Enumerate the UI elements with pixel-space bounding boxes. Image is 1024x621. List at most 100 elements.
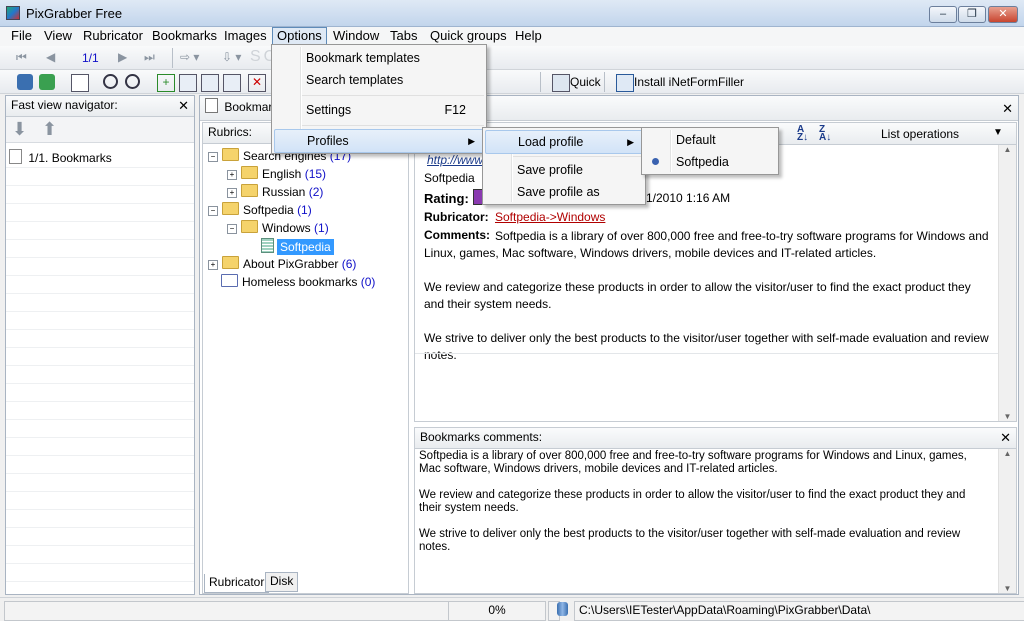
empty-row [6, 437, 194, 456]
window-title: PixGrabber Free [26, 6, 123, 21]
rating-label: Rating: [424, 191, 469, 206]
close-comments-icon[interactable]: ✕ [1000, 428, 1011, 447]
tree-item-softpedia[interactable]: − Softpedia (1) [208, 202, 312, 218]
tree-item-softpedia-bookmark[interactable]: Softpedia [261, 238, 334, 255]
first-page-icon[interactable]: ⏮ [16, 50, 27, 65]
copy-icon[interactable] [201, 74, 219, 92]
menu-bookmarks[interactable]: Bookmarks [148, 28, 221, 45]
quick-button[interactable]: Quick [570, 75, 601, 89]
expand-icon[interactable]: + [227, 170, 237, 180]
menu-item-profiles[interactable]: Profiles ▶ [274, 129, 484, 153]
empty-row [6, 185, 194, 204]
status-cell-empty [4, 601, 450, 621]
tree-item-homeless-bookmarks[interactable]: Homeless bookmarks (0) [221, 274, 375, 290]
menu-rubricator[interactable]: Rubricator [79, 28, 147, 45]
navigator-toolbar: ⬇ ⬆ [6, 117, 194, 143]
settings-shortcut: F12 [444, 103, 466, 117]
menu-item-load-profile[interactable]: Load profile ▶ [485, 130, 643, 154]
details-divider [415, 353, 999, 354]
install-inetformfiller-button[interactable]: Install iNetFormFiller [634, 75, 744, 89]
close-bookmarks-icon[interactable]: ✕ [1002, 98, 1013, 120]
menu-file[interactable]: File [7, 28, 36, 45]
collapse-icon[interactable]: − [208, 152, 218, 162]
paste-icon[interactable] [223, 74, 241, 92]
menu-window[interactable]: Window [329, 28, 383, 45]
menu-quick-groups[interactable]: Quick groups [426, 28, 511, 45]
menu-tabs[interactable]: Tabs [386, 28, 421, 45]
document-icon[interactable] [71, 74, 89, 92]
empty-row [6, 203, 194, 222]
menu-separator [302, 125, 484, 126]
separator [604, 72, 605, 92]
folder-icon [222, 256, 239, 269]
menu-images[interactable]: Images [220, 28, 271, 45]
tree-item-russian[interactable]: + Russian (2) [227, 184, 323, 200]
rubricator-link[interactable]: Softpedia->Windows [495, 210, 605, 224]
expand-icon[interactable]: + [227, 188, 237, 198]
quick-icon[interactable] [552, 74, 570, 92]
navigation-toolbar: ⏮ ◀ 1/1 ▶ ⏭ ⇨ ▾ ⇩ ▾ SOFTPEDIA [0, 46, 1024, 70]
sort-az-icon[interactable]: A Z↓ [797, 125, 808, 143]
separator [540, 72, 541, 92]
menu-item-search-templates[interactable]: Search templates [274, 69, 484, 91]
tab-rubricator[interactable]: Rubricator [204, 574, 270, 593]
rubrics-title: Rubrics: [208, 125, 253, 139]
menu-item-default-profile[interactable]: Default [644, 129, 776, 151]
arrow-down-icon[interactable]: ⬇ [12, 119, 27, 140]
sort-za-icon[interactable]: Z A↓ [819, 125, 831, 143]
form-filler-icon[interactable] [616, 74, 634, 92]
minimize-button[interactable]: ‒ [929, 6, 957, 23]
tree-item-english[interactable]: + English (15) [227, 166, 326, 182]
app-icon [6, 6, 20, 20]
export-icon[interactable]: ⇨ ▾ [180, 50, 199, 64]
cut-icon[interactable] [179, 74, 197, 92]
prev-page-icon[interactable]: ◀ [46, 50, 55, 64]
empty-row [6, 293, 194, 312]
tab-disk[interactable]: Disk [265, 572, 299, 592]
collapse-icon[interactable]: − [227, 224, 237, 234]
folder-open-icon [241, 220, 258, 233]
list-operations-dropdown[interactable]: List operations [881, 127, 959, 141]
menu-item-softpedia-profile[interactable]: Softpedia [644, 151, 776, 173]
chevron-down-icon[interactable]: ▼ [993, 127, 1003, 138]
bookmarks-comments-panel: Bookmarks comments: ✕ Softpedia is a lib… [414, 427, 1017, 594]
maximize-button[interactable]: ❐ [958, 6, 986, 23]
database-icon[interactable] [17, 74, 33, 90]
expand-icon[interactable]: + [208, 260, 218, 270]
rubrics-panel: Rubrics: − Search engines (17) + English (… [202, 122, 409, 594]
empty-row [6, 383, 194, 402]
navigator-title: Fast view navigator: [11, 98, 118, 112]
menu-help[interactable]: Help [511, 28, 546, 45]
tree-item-windows[interactable]: − Windows (1) [227, 220, 329, 236]
last-page-icon[interactable]: ⏭ [144, 50, 155, 65]
comments-scrollbar[interactable]: ▲ ▼ [998, 449, 1016, 593]
import-icon[interactable]: ⇩ ▾ [222, 50, 241, 64]
add-bookmark-icon[interactable]: + [157, 74, 175, 92]
menu-item-bookmark-templates[interactable]: Bookmark templates [274, 47, 484, 69]
delete-icon[interactable]: ✕ [248, 74, 266, 92]
search-tree-icon[interactable] [125, 74, 140, 89]
empty-row [6, 419, 194, 438]
details-scrollbar[interactable]: ▲ ▼ [998, 145, 1016, 421]
folder-icon [241, 184, 258, 197]
arrow-up-icon[interactable]: ⬆ [42, 119, 57, 140]
close-navigator-icon[interactable]: ✕ [178, 96, 189, 115]
progress-indicator: 0% [448, 601, 546, 621]
menu-item-settings[interactable]: Settings F12 [274, 99, 484, 121]
bm-comments-paragraph-1: Softpedia is a library of over 800,000 f… [419, 450, 967, 475]
import-bookmarks-icon[interactable] [39, 74, 55, 90]
next-page-icon[interactable]: ▶ [118, 50, 127, 64]
menu-item-save-profile-as[interactable]: Save profile as [485, 181, 643, 203]
menu-item-save-profile[interactable]: Save profile [485, 159, 643, 181]
collapse-icon[interactable]: − [208, 206, 218, 216]
list-item[interactable]: 1/1. Bookmarks [6, 149, 194, 168]
close-button[interactable]: ✕ [988, 6, 1018, 23]
tree-item-about-pixgrabber[interactable]: + About PixGrabber (6) [208, 256, 356, 272]
navigator-item-label: 1/1. Bookmarks [28, 151, 112, 165]
empty-row [6, 347, 194, 366]
empty-row [6, 527, 194, 546]
menu-separator [302, 95, 484, 96]
empty-row [6, 275, 194, 294]
menu-view[interactable]: View [40, 28, 76, 45]
search-icon[interactable] [103, 74, 118, 89]
